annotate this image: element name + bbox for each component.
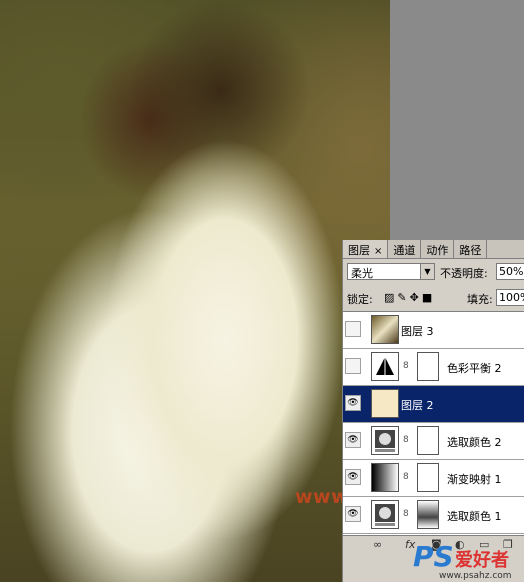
opacity-input[interactable]: 50%: [496, 263, 524, 280]
tab-paths[interactable]: 路径: [454, 240, 488, 258]
logo-mark: PS: [413, 540, 454, 573]
tab-layers[interactable]: 图层 ×: [343, 240, 389, 258]
layer-row[interactable]: 👁 8 选取颜色 2: [343, 423, 524, 460]
site-logo: PS 爱好者 www.psahz.com: [413, 540, 524, 582]
logo-text: 爱好者: [455, 550, 509, 571]
selective-color-icon: [371, 500, 399, 529]
lock-label: 锁定:: [347, 293, 373, 306]
visibility-toggle[interactable]: [345, 358, 361, 374]
logo-url: www.psahz.com: [439, 571, 512, 581]
eye-icon[interactable]: 👁: [345, 469, 361, 485]
lock-pixels-icon[interactable]: ✎: [397, 291, 409, 304]
layer-name: 图层 2: [401, 399, 434, 412]
link-icon[interactable]: ∞: [373, 538, 382, 551]
lock-position-icon[interactable]: ✥: [410, 291, 422, 304]
link-icon: 8: [403, 435, 409, 445]
link-icon: 8: [403, 509, 409, 519]
layer-name: 选取颜色 2: [447, 436, 502, 449]
layers-panel: 图层 × 通道 动作 路径 柔光 ▼ 不透明度: 50% 锁定: ▨✎✥■ 填充:…: [342, 240, 524, 582]
layer-row[interactable]: 👁 8 选取颜色 1: [343, 497, 524, 534]
selective-color-icon: [371, 426, 399, 455]
layer-row[interactable]: 8 色彩平衡 2: [343, 349, 524, 386]
layer-mask: [417, 500, 439, 529]
blend-mode-value: 柔光: [351, 267, 373, 280]
layer-row[interactable]: 👁 图层 2: [343, 386, 524, 423]
tab-actions[interactable]: 动作: [421, 240, 455, 258]
gradient-map-icon: [371, 463, 399, 492]
layer-row[interactable]: 👁 8 渐变映射 1: [343, 460, 524, 497]
layer-mask: [417, 352, 439, 381]
balance-icon: [371, 352, 399, 381]
link-icon: 8: [403, 472, 409, 482]
layer-row[interactable]: 图层 3: [343, 312, 524, 349]
layer-thumbnail: [371, 389, 399, 418]
eye-icon[interactable]: 👁: [345, 395, 361, 411]
lock-icons: ▨✎✥■: [384, 291, 435, 304]
lock-all-icon[interactable]: ■: [422, 291, 435, 304]
link-icon: 8: [403, 361, 409, 371]
visibility-toggle[interactable]: [345, 321, 361, 337]
layer-thumbnail: [371, 315, 399, 344]
layer-name: 选取颜色 1: [447, 510, 502, 523]
fill-label: 填充:: [467, 293, 493, 306]
panel-tabs: 图层 × 通道 动作 路径: [343, 240, 524, 259]
blend-mode-select[interactable]: 柔光 ▼: [347, 263, 435, 280]
fill-input[interactable]: 100%: [496, 289, 524, 306]
eye-icon[interactable]: 👁: [345, 432, 361, 448]
layers-list: 图层 3 8 色彩平衡 2 👁 图层 2 👁 8 选取颜色 2 👁 8 渐变映射…: [343, 311, 524, 536]
lock-transparency-icon[interactable]: ▨: [384, 291, 397, 304]
eye-icon[interactable]: 👁: [345, 506, 361, 522]
close-icon[interactable]: ×: [374, 246, 382, 257]
opacity-label: 不透明度:: [440, 267, 488, 280]
layer-mask: [417, 426, 439, 455]
layer-name: 色彩平衡 2: [447, 362, 502, 375]
chevron-down-icon[interactable]: ▼: [420, 264, 434, 279]
layer-name: 渐变映射 1: [447, 473, 502, 486]
layer-mask: [417, 463, 439, 492]
tab-channels[interactable]: 通道: [388, 240, 422, 258]
layer-name: 图层 3: [401, 325, 434, 338]
